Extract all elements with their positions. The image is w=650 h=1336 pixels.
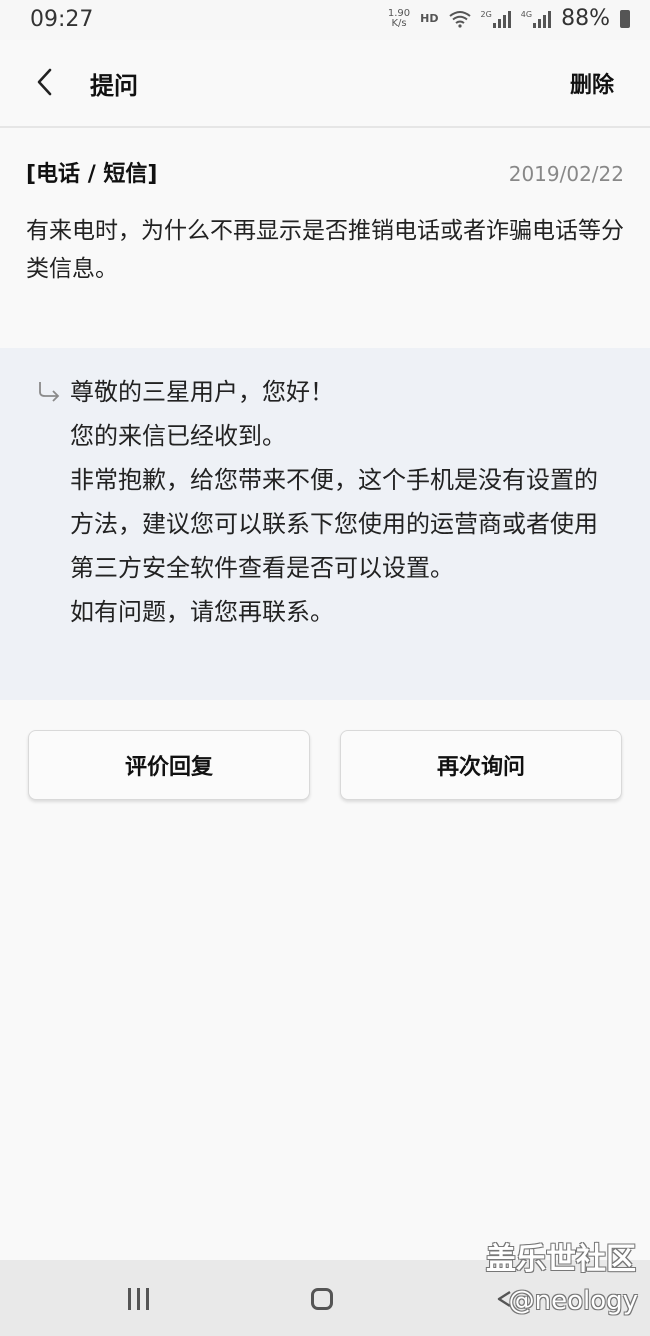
- signal-bars-1-icon: [492, 10, 511, 28]
- reply-arrow-icon: [39, 382, 60, 402]
- answer-closing: 如有问题，请您再联系。: [70, 598, 334, 626]
- network-speed-value: 1.90: [387, 7, 411, 19]
- status-icons: 1.90 K/s HD 2G 4G 88%: [388, 6, 630, 31]
- page-title: 提问: [90, 72, 138, 100]
- recent-apps-icon[interactable]: [128, 1288, 149, 1310]
- battery-percent: 88%: [561, 6, 610, 31]
- status-bar: 09:27 1.90 K/s HD 2G 4G 88%: [0, 0, 650, 40]
- battery-icon: [620, 9, 630, 28]
- ask-again-button[interactable]: 再次询问: [340, 730, 622, 800]
- watermark-user: @neology: [508, 1286, 638, 1316]
- wifi-icon: [448, 10, 471, 28]
- answer-greeting: 尊敬的三星用户，您好！: [70, 378, 334, 406]
- network-4g-label: 4G: [520, 9, 533, 19]
- delete-button[interactable]: 删除: [570, 67, 614, 99]
- network-speed: 1.90 K/s: [387, 7, 411, 29]
- question-category: [电话 / 短信]: [26, 162, 158, 187]
- answer-received: 您的来信已经收到。: [70, 422, 286, 450]
- rate-reply-button[interactable]: 评价回复: [28, 730, 310, 800]
- network-2g-label: 2G: [480, 9, 492, 19]
- hd-icon: HD: [420, 12, 439, 25]
- signal-1: 2G: [481, 10, 511, 28]
- app-header: 提问 删除: [0, 40, 650, 128]
- signal-2: 4G: [520, 9, 552, 28]
- network-speed-unit: K/s: [391, 17, 407, 29]
- signal-bars-2-icon: [533, 10, 552, 28]
- question-date: 2019/02/22: [508, 162, 624, 186]
- chevron-left-icon[interactable]: [30, 64, 60, 100]
- answer-text: 尊敬的三星用户，您好！ 您的来信已经收到。 非常抱歉，给您带来不便，这个手机是没…: [70, 370, 618, 634]
- watermark-site: 盖乐世社区: [486, 1242, 636, 1277]
- answer-body: 非常抱歉，给您带来不便，这个手机是没有设置的方法，建议您可以联系下您使用的运营商…: [70, 466, 598, 582]
- status-time: 09:27: [30, 7, 94, 32]
- home-icon[interactable]: [311, 1288, 333, 1310]
- question-body: 有来电时，为什么不再显示是否推销电话或者诈骗电话等分类信息。: [26, 218, 624, 282]
